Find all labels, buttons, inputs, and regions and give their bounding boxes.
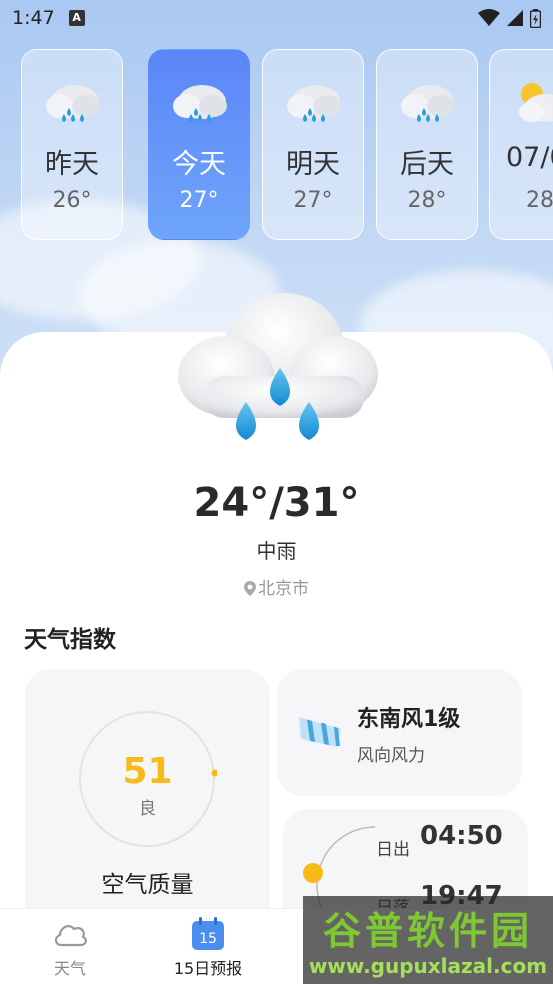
wifi-icon [478,9,500,26]
day-name: 07/0 [506,142,553,173]
watermark: 谷普软件园 www.gupuxlazal.com [303,896,553,984]
notification-icon: A [68,10,85,26]
signal-icon [507,10,523,26]
weather-index-title: 天气指数 [24,627,116,653]
day-temp: 27° [179,188,219,213]
day-name: 后天 [400,149,454,180]
day-card-yesterday[interactable]: 昨天 26° [21,49,123,240]
day-temp: 28° [526,188,553,213]
aqi-label: 空气质量 [101,872,194,898]
day-name: 今天 [172,149,226,180]
battery-icon [530,8,541,28]
rain-cloud-icon [401,85,455,122]
wind-label: 风向风力 [357,746,425,766]
watermark-url: www.gupuxlazal.com [308,954,548,978]
cloud-icon [54,925,87,947]
day-forecast-strip[interactable]: 昨天 26° 今天 27° 明天 27° 后天 28° 07/0 28° [21,49,553,241]
aqi-level: 良 [139,799,156,819]
sunrise-time: 04:50 [420,821,503,851]
weather-condition: 中雨 [256,539,297,563]
sunrise-label: 日出 [376,840,410,860]
wind-direction-level: 东南风1级 [357,707,461,732]
day-temp: 26° [52,188,92,213]
location-name: 北京市 [258,579,309,599]
calendar-icon: 15 [192,917,224,950]
rain-cloud-icon [173,85,227,122]
day-temp: 27° [293,188,333,213]
rain-cloud-icon [46,85,100,122]
windsock-icon [299,717,341,747]
aqi-value: 51 [122,751,173,792]
wind-card[interactable]: 东南风1级 风向风力 [277,669,522,796]
nav-label: 天气 [53,959,86,978]
day-name: 昨天 [45,149,99,180]
temperature-range: 24°/31° [193,480,360,526]
day-card-today[interactable]: 今天 27° [148,49,250,240]
day-card-tomorrow[interactable]: 明天 27° [262,49,364,240]
partly-sunny-icon [519,83,553,122]
nav-label: 15日预报 [173,959,243,978]
nav-weather[interactable]: 天气 [0,917,140,979]
day-name: 明天 [286,149,340,180]
day-temp: 28° [407,188,447,213]
day-card-day-after[interactable]: 后天 28° [376,49,478,240]
svg-text:15: 15 [199,931,217,947]
watermark-title: 谷普软件园 [322,909,533,953]
status-time: 1:47 [12,7,55,29]
location[interactable]: 北京市 [0,574,553,599]
air-quality-card[interactable]: 51 良 空气质量 [25,669,270,929]
nav-15-day-forecast[interactable]: 15 15日预报 [138,917,278,979]
moderate-rain-icon [178,293,378,440]
location-pin-icon [244,581,256,596]
rain-cloud-icon [287,85,341,122]
day-card-0703[interactable]: 07/0 28° [489,49,553,240]
status-bar: 1:47 A [0,0,553,36]
